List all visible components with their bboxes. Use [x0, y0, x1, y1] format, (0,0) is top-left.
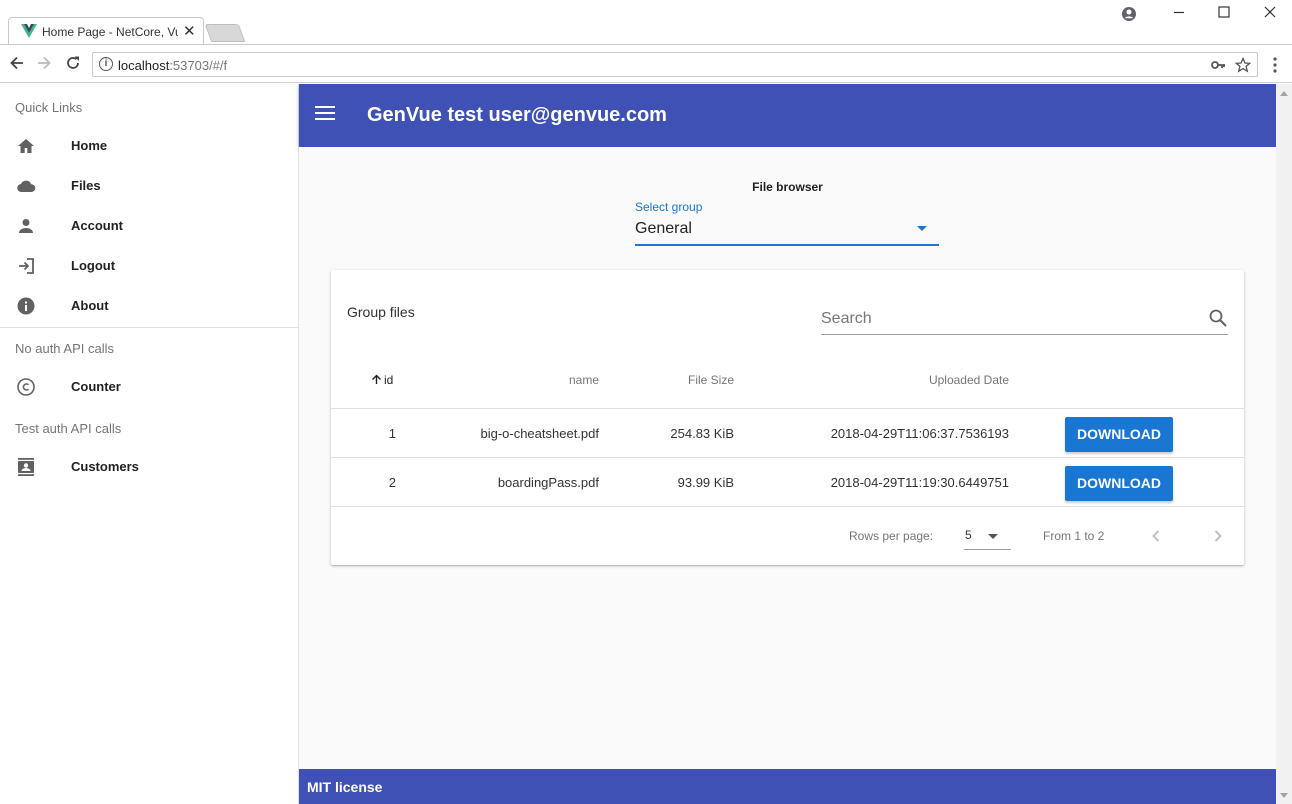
footer-text: MIT license — [307, 779, 383, 795]
cell-name: big-o-cheatsheet.pdf — [480, 426, 599, 441]
cloud-icon — [17, 180, 36, 193]
table-row: 1 big-o-cheatsheet.pdf 254.83 KiB 2018-0… — [331, 409, 1244, 458]
table-row: 2 boardingPass.pdf 93.99 KiB 2018-04-29T… — [331, 458, 1244, 507]
app-title: GenVue test user@genvue.com — [367, 104, 667, 126]
browser-menu-icon[interactable] — [1268, 55, 1282, 75]
main-content: File browser Select group General Group … — [299, 147, 1276, 769]
page-scrollbar[interactable] — [1276, 84, 1292, 804]
cell-id: 1 — [388, 426, 396, 441]
page-range-text: From 1 to 2 — [1043, 529, 1105, 543]
url-host: localhost — [118, 58, 170, 73]
search-icon[interactable] — [1208, 308, 1228, 328]
search-underline — [821, 334, 1228, 335]
group-select-value: General — [635, 220, 692, 237]
files-table-card: Group files id name File Size Uploaded D… — [331, 270, 1244, 565]
download-button[interactable]: DOWNLOAD — [1065, 466, 1173, 501]
address-bar[interactable]: i localhost:53703/#/f — [92, 52, 1258, 77]
cell-file-size: 254.83 KiB — [670, 426, 734, 441]
dropdown-arrow-icon — [917, 226, 927, 231]
cell-name: boardingPass.pdf — [497, 475, 599, 490]
navigation-drawer: Quick Links Home Files Account Logout Ab… — [0, 84, 299, 804]
column-header-name[interactable]: name — [549, 373, 599, 387]
subheader-test-auth: Test auth API calls — [15, 421, 122, 436]
info-icon — [17, 297, 35, 315]
column-header-uploaded-date[interactable]: Uploaded Date — [869, 373, 1009, 387]
site-info-icon[interactable]: i — [99, 57, 113, 71]
sidebar-item-label: Files — [71, 178, 101, 193]
tab-title: Home Page - NetCore, Vue — [42, 25, 178, 39]
scroll-up-icon[interactable] — [1280, 91, 1288, 96]
minimize-icon[interactable] — [1172, 5, 1186, 19]
sidebar-item-counter[interactable]: Counter — [0, 367, 298, 407]
sidebar-item-label: Home — [71, 138, 108, 153]
back-arrow-icon[interactable] — [7, 53, 27, 73]
cell-uploaded-date: 2018-04-29T11:06:37.7536193 — [830, 426, 1009, 441]
sidebar-item-account[interactable]: Account — [0, 206, 298, 246]
maximize-icon[interactable] — [1217, 5, 1231, 19]
next-page-icon[interactable] — [1206, 524, 1230, 548]
sidebar-item-label: Counter — [71, 379, 121, 394]
tab-close-icon[interactable]: ✕ — [183, 22, 196, 40]
contacts-icon — [18, 458, 34, 476]
cell-file-size: 93.99 KiB — [677, 475, 734, 490]
search-field — [821, 306, 1228, 335]
rows-per-page-value: 5 — [965, 528, 972, 542]
sidebar-item-logout[interactable]: Logout — [0, 246, 298, 286]
column-header-label: id — [384, 373, 394, 387]
browser-titlebar: Home Page - NetCore, Vue ✕ — [0, 0, 1292, 45]
person-icon — [19, 219, 33, 233]
url-path: :53703/#/f — [169, 58, 228, 73]
copyright-icon — [17, 378, 35, 396]
star-icon[interactable] — [1235, 57, 1251, 73]
sidebar-divider — [0, 327, 298, 328]
table-pagination: Rows per page: 5 From 1 to 2 — [331, 507, 1244, 565]
app-footer: MIT license — [299, 769, 1276, 804]
rows-per-page-select[interactable]: 5 — [964, 523, 1011, 550]
group-select-label: Select group — [635, 200, 703, 214]
sidebar-item-files[interactable]: Files — [0, 166, 298, 206]
key-icon[interactable] — [1210, 57, 1226, 73]
url-text: localhost:53703/#/f — [118, 58, 227, 73]
subheader-no-auth: No auth API calls — [15, 341, 114, 356]
column-header-id[interactable]: id — [371, 373, 393, 387]
reload-icon[interactable] — [63, 53, 83, 73]
sidebar-item-label: Customers — [71, 459, 139, 474]
rows-per-page-label: Rows per page: — [849, 529, 934, 543]
profile-icon[interactable] — [1120, 5, 1138, 23]
logout-icon — [19, 258, 34, 274]
browser-tab[interactable]: Home Page - NetCore, Vue ✕ — [8, 17, 204, 45]
sidebar-item-home[interactable]: Home — [0, 126, 298, 166]
scroll-down-icon[interactable] — [1280, 793, 1288, 798]
group-select[interactable]: Select group General — [635, 199, 939, 246]
download-button[interactable]: DOWNLOAD — [1065, 417, 1173, 452]
vue-logo-icon — [21, 24, 37, 38]
browser-toolbar: i localhost:53703/#/f — [0, 44, 1292, 83]
rows-per-page-underline — [964, 549, 1011, 550]
column-header-file-size[interactable]: File Size — [654, 373, 734, 387]
home-icon — [18, 139, 34, 153]
sidebar-item-customers[interactable]: Customers — [0, 447, 298, 487]
search-input[interactable] — [821, 306, 1191, 332]
previous-page-icon[interactable] — [1144, 524, 1168, 548]
menu-icon[interactable] — [315, 106, 335, 122]
card-title: Group files — [347, 304, 415, 320]
new-tab-button[interactable] — [204, 24, 246, 42]
dropdown-arrow-icon — [988, 534, 998, 539]
group-select-underline — [635, 244, 939, 246]
subheader-quick-links: Quick Links — [15, 100, 83, 115]
close-window-icon[interactable] — [1263, 5, 1277, 19]
sidebar-item-label: Account — [71, 218, 123, 233]
sidebar-item-label: About — [71, 298, 109, 313]
sort-ascending-icon — [372, 374, 381, 384]
page-title: File browser — [752, 180, 823, 194]
sidebar-item-about[interactable]: About — [0, 286, 298, 326]
cell-id: 2 — [388, 475, 396, 490]
sidebar-item-label: Logout — [71, 258, 116, 273]
forward-arrow-icon[interactable] — [34, 53, 54, 73]
cell-uploaded-date: 2018-04-29T11:19:30.6449751 — [830, 475, 1009, 490]
app-bar: GenVue test user@genvue.com — [299, 84, 1276, 147]
